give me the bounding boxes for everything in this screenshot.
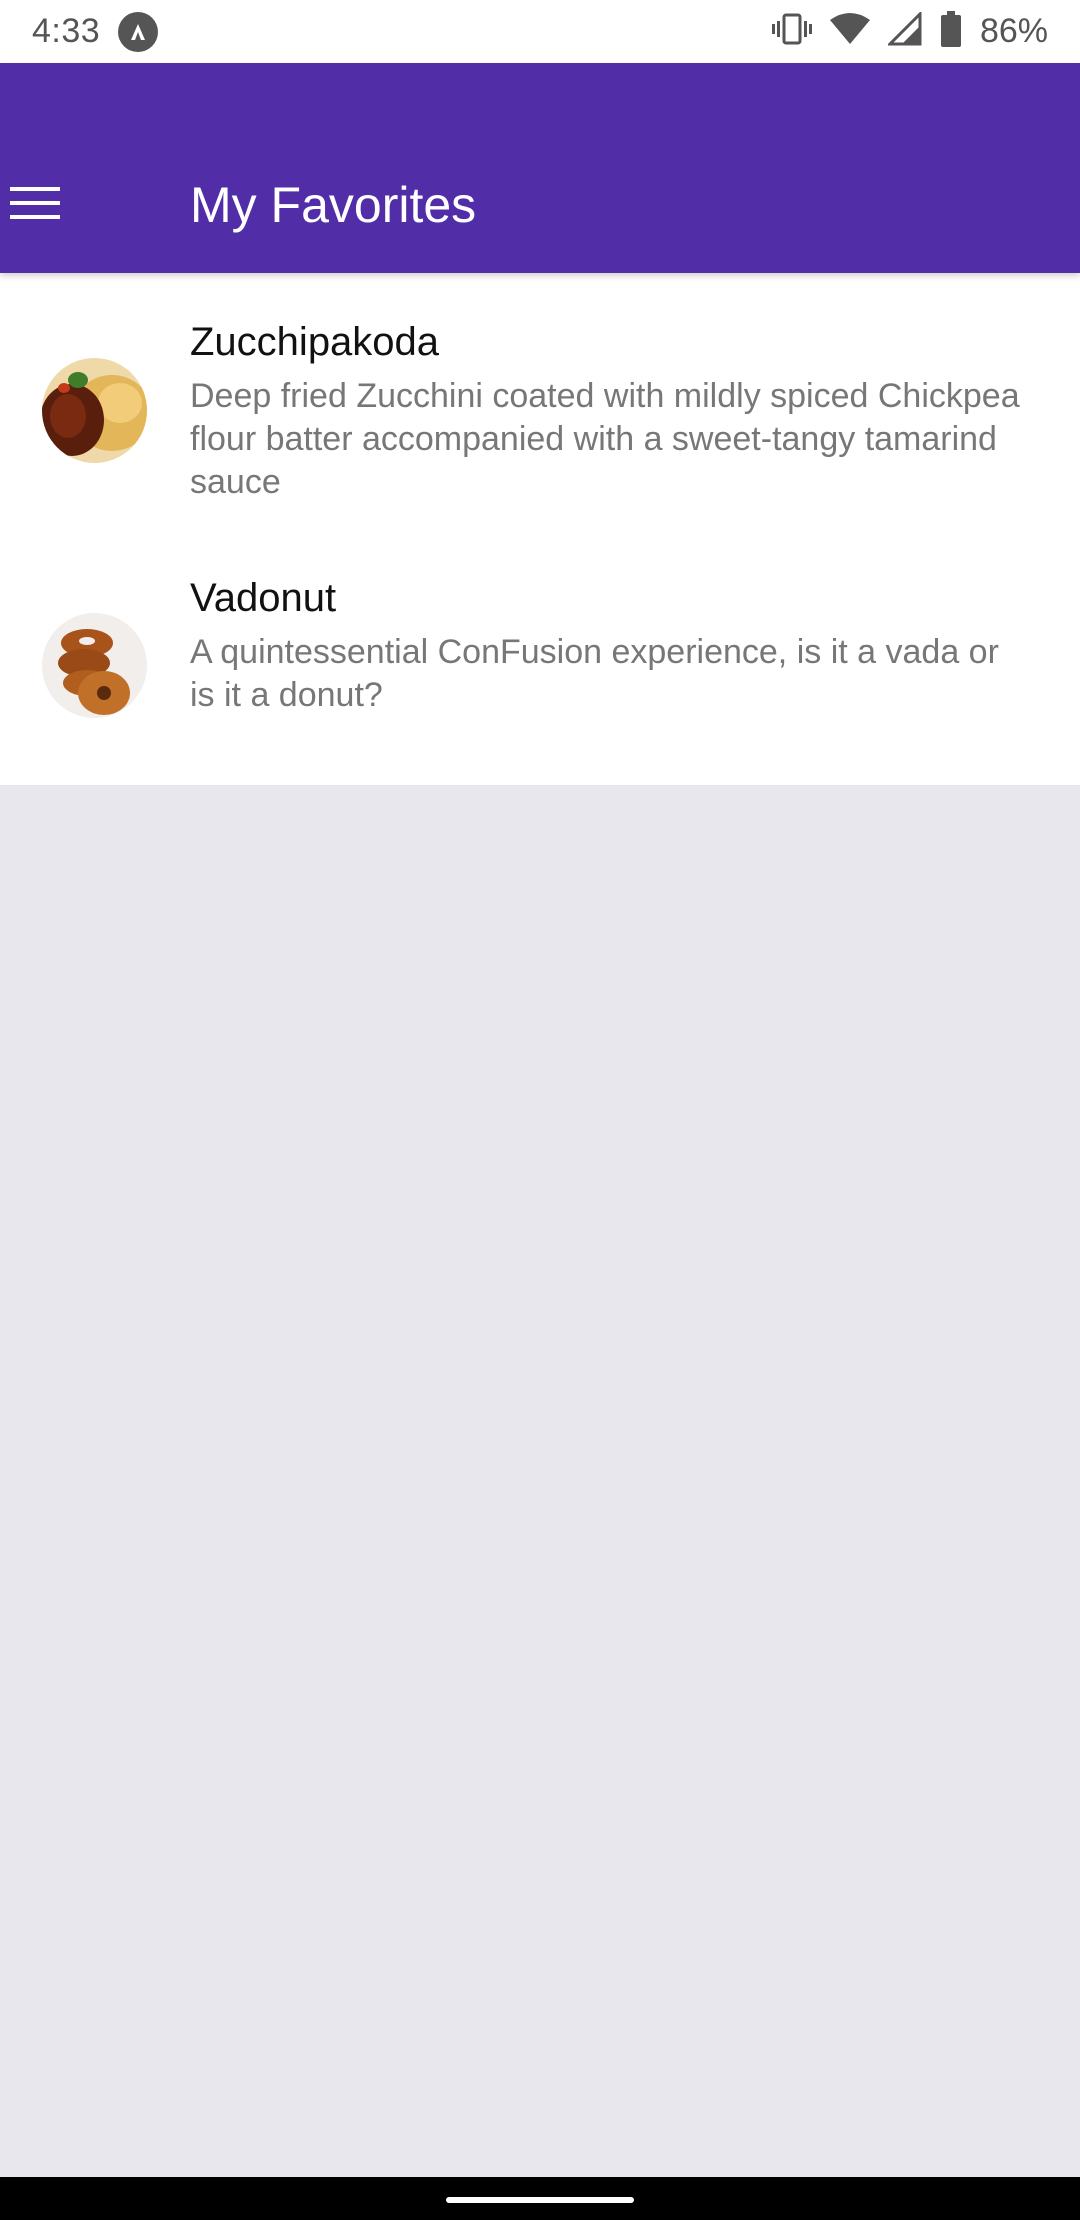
item-description: A quintessential ConFusion experience, i… — [190, 633, 999, 714]
system-nav-bar — [0, 2177, 1080, 2220]
battery-icon — [940, 11, 962, 52]
menu-button[interactable] — [0, 173, 70, 233]
zucchipakoda-avatar — [42, 358, 147, 463]
status-bar: 4:33 86% — [0, 0, 1080, 63]
hamburger-menu-icon — [10, 187, 60, 219]
item-description: Deep fried Zucchini coated with mildly s… — [190, 377, 1020, 501]
status-right: 86% — [771, 10, 1048, 52]
page-title: My Favorites — [190, 177, 477, 233]
item-title: Zucchipakoda — [190, 320, 440, 364]
signal-icon — [886, 10, 922, 51]
app-bar: My Favorites — [0, 63, 1080, 273]
battery-percent: 86% — [979, 12, 1048, 50]
screen: 4:33 86% My Favorites Zucchipakoda Deep … — [0, 0, 1080, 2220]
list-item-vadonut[interactable]: Vadonut A quintessential ConFusion exper… — [0, 543, 1080, 785]
home-gesture-handle[interactable] — [446, 2197, 634, 2203]
item-title: Vadonut — [190, 576, 337, 620]
list-item-zucchipakoda[interactable]: Zucchipakoda Deep fried Zucchini coated … — [0, 273, 1080, 543]
vibrate-icon — [771, 11, 812, 52]
vadonut-avatar — [42, 613, 147, 718]
notification-a-icon — [118, 11, 159, 52]
status-time: 4:33 — [32, 12, 101, 50]
wifi-icon — [829, 12, 870, 51]
status-left: 4:33 — [32, 11, 159, 52]
favorites-list: Zucchipakoda Deep fried Zucchini coated … — [0, 273, 1080, 785]
